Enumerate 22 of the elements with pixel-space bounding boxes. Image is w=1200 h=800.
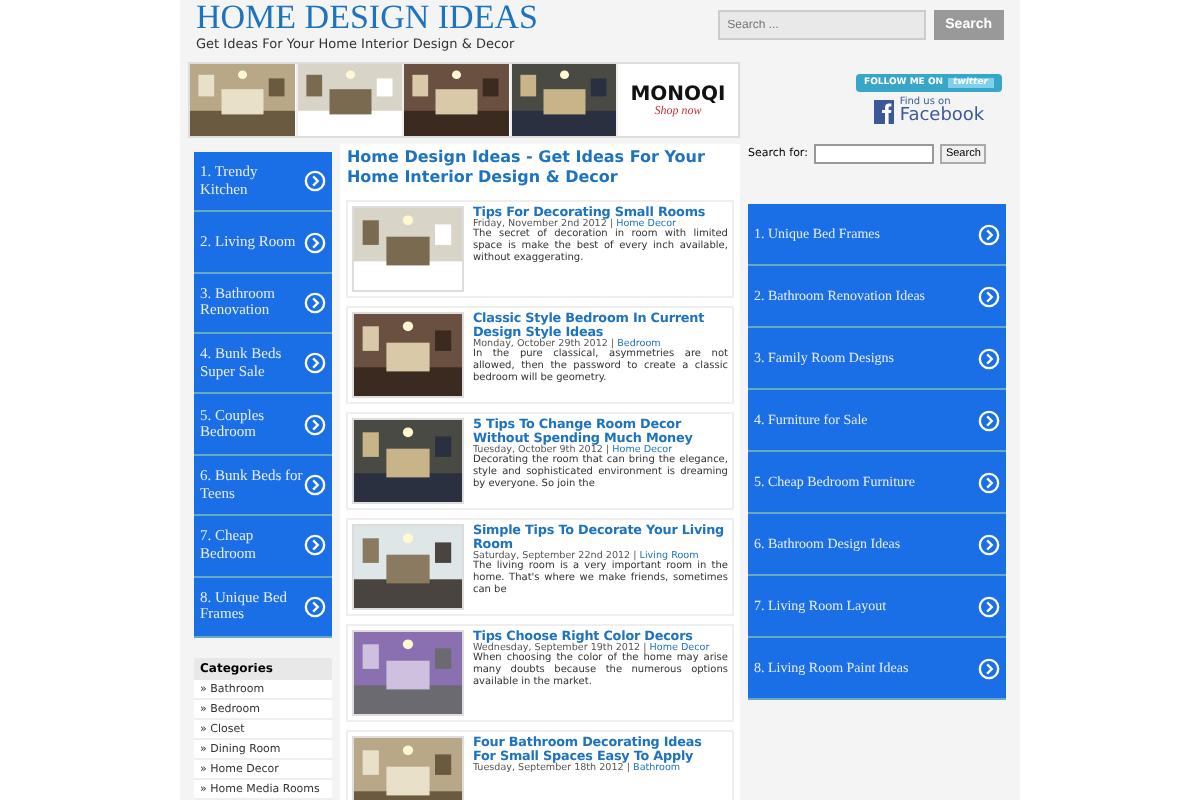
chevron-circle-icon — [304, 231, 327, 253]
chevron-circle-icon — [304, 413, 327, 436]
chevron-circle-icon — [978, 223, 1000, 245]
chevron-circle-icon — [978, 657, 1000, 679]
chevron-circle-icon — [978, 595, 1000, 617]
chevron-circle-icon — [304, 352, 327, 375]
chevron-circle-icon — [304, 534, 327, 557]
chevron-circle-icon — [978, 533, 1000, 555]
ad-brand: MONOQI — [630, 83, 726, 105]
facebook-link[interactable]: Facebook — [899, 108, 985, 126]
chevron-circle-icon — [304, 170, 327, 193]
chevron-circle-icon — [304, 595, 327, 618]
chevron-circle-icon — [978, 347, 1000, 369]
chevron-circle-icon — [978, 409, 1000, 431]
chevron-circle-icon — [304, 474, 327, 497]
chevron-circle-icon — [978, 471, 1000, 493]
search-field[interactable] — [813, 144, 934, 164]
site-title[interactable]: HOME DESIGN IDEAS — [196, 0, 538, 36]
facebook-icon[interactable] — [873, 99, 894, 123]
chevron-circle-icon — [978, 285, 1000, 307]
page-heading: Home Design Ideas - Get Ideas For Your Home Interior Design & Decor — [346, 148, 707, 188]
chevron-circle-icon — [304, 291, 327, 314]
